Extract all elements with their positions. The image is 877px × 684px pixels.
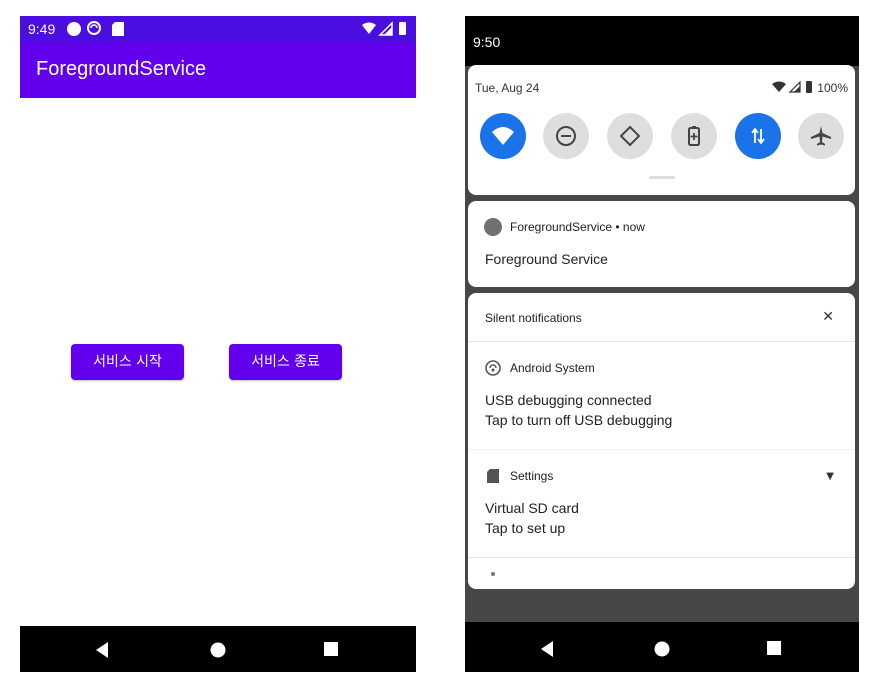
home-icon[interactable] xyxy=(209,641,227,659)
mobile-data-icon xyxy=(751,127,765,145)
navigation-bar xyxy=(465,622,859,672)
sd-card-icon xyxy=(112,22,124,36)
home-icon[interactable] xyxy=(653,640,671,658)
battery-saver-icon xyxy=(688,126,700,146)
back-icon[interactable] xyxy=(539,640,555,658)
notification-app-name: Settings xyxy=(510,469,554,483)
qs-status: 100% xyxy=(771,80,848,95)
qs-expand-handle[interactable] xyxy=(649,176,675,179)
close-icon[interactable]: ✕ xyxy=(822,309,834,325)
status-time: 9:50 xyxy=(473,34,501,50)
notification-app-name: Android System xyxy=(510,361,595,375)
silent-notifications-group: Silent notifications ✕ Android System US… xyxy=(468,293,855,589)
battery-percent: 100% xyxy=(817,81,848,95)
recents-icon[interactable] xyxy=(766,640,782,656)
do-not-disturb-icon xyxy=(556,126,576,146)
notification-app-name: ForegroundService • now xyxy=(510,220,645,234)
signal-status-icons xyxy=(362,21,406,36)
notification-text: Tap to turn off USB debugging xyxy=(485,412,673,428)
foreground-service-notification[interactable]: ForegroundService • now Foreground Servi… xyxy=(468,201,855,287)
start-service-button[interactable]: 서비스 시작 xyxy=(71,344,184,380)
recents-icon[interactable] xyxy=(323,641,339,657)
android-system-icon xyxy=(87,21,101,35)
app-icon xyxy=(484,218,502,236)
divider xyxy=(468,449,855,450)
right-phone-screen: 9:50 Tue, Aug 24 100% ForegroundService … xyxy=(465,16,859,672)
status-bar: 9:50 xyxy=(465,16,859,66)
chevron-down-icon[interactable]: ▼ xyxy=(826,471,834,482)
app-bar: ForegroundService xyxy=(20,42,416,98)
notification-text: Foreground Service xyxy=(485,251,608,267)
wifi-icon xyxy=(492,127,514,145)
more-notifications-icon xyxy=(491,572,495,576)
stop-service-button[interactable]: 서비스 종료 xyxy=(229,344,342,380)
airplane-mode-tile[interactable] xyxy=(798,113,844,159)
wifi-tile[interactable] xyxy=(480,113,526,159)
status-time: 9:49 xyxy=(28,21,56,37)
airplane-icon xyxy=(811,126,831,146)
left-phone-screen: 9:49 ForegroundService 서비스 시작 서비스 종료 xyxy=(20,16,416,672)
sd-card-icon xyxy=(487,469,499,483)
signal-status-icons xyxy=(771,80,812,93)
notification-title: Virtual SD card xyxy=(485,500,579,516)
app-title: ForegroundService xyxy=(36,58,207,80)
battery-saver-tile[interactable] xyxy=(671,113,717,159)
quick-settings-panel: Tue, Aug 24 100% xyxy=(468,65,855,195)
auto-rotate-tile[interactable] xyxy=(607,113,653,159)
silent-header: Silent notifications xyxy=(485,311,582,325)
notification-text: Tap to set up xyxy=(485,520,566,536)
back-icon[interactable] xyxy=(94,641,110,659)
divider xyxy=(468,341,855,342)
navigation-bar xyxy=(20,626,416,672)
mobile-data-tile[interactable] xyxy=(735,113,781,159)
notification-title: USB debugging connected xyxy=(485,392,652,408)
divider xyxy=(468,557,855,558)
qs-date: Tue, Aug 24 xyxy=(475,81,540,95)
dnd-tile[interactable] xyxy=(543,113,589,159)
android-system-icon xyxy=(485,360,501,376)
notification-dot-icon xyxy=(67,22,81,36)
auto-rotate-icon xyxy=(619,125,641,147)
status-bar: 9:49 xyxy=(20,16,416,42)
